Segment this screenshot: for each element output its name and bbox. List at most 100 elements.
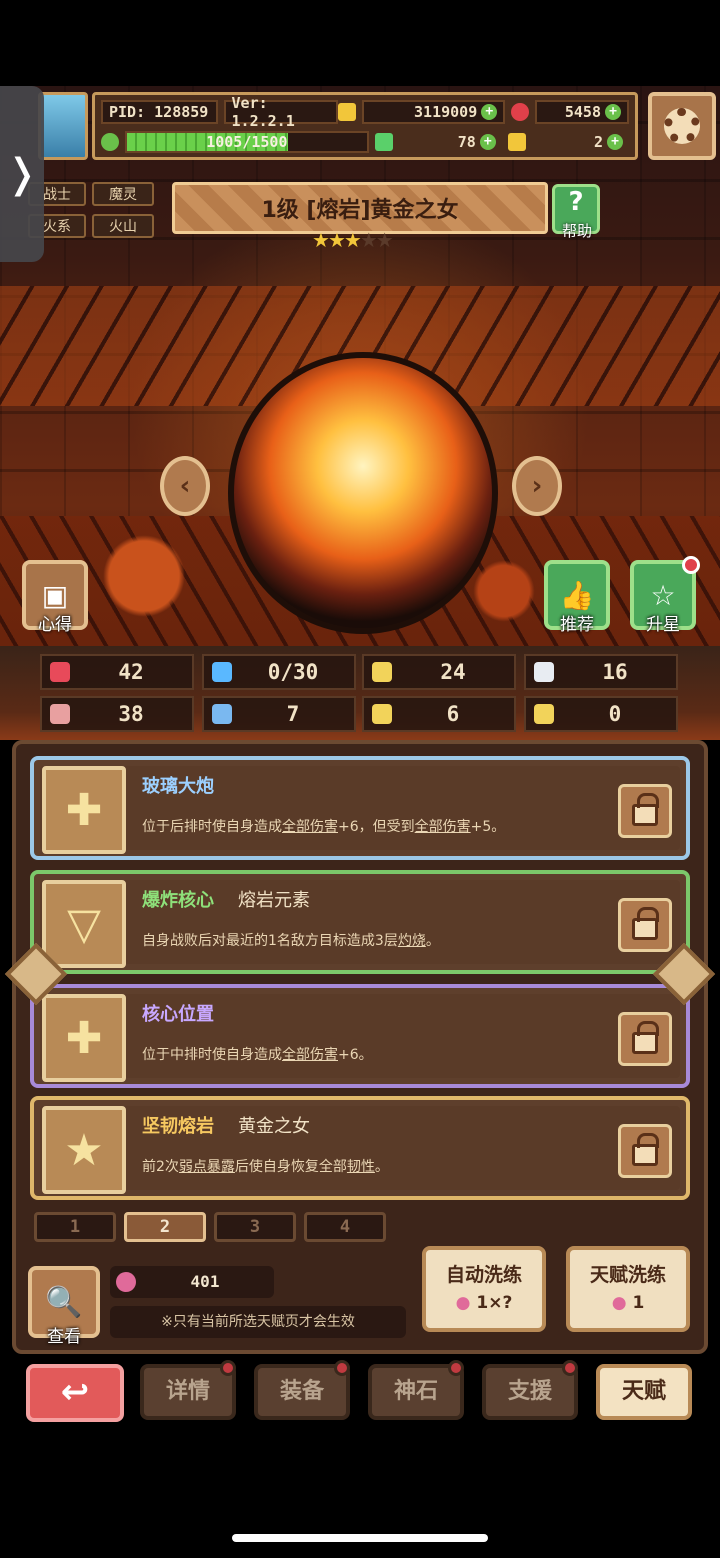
side-drawer-toggle[interactable]: ❭ — [0, 86, 44, 262]
berry-icon: ● — [611, 1293, 627, 1313]
view-label: 查看 — [47, 1327, 81, 1347]
next-hero-button[interactable]: › — [512, 456, 562, 516]
desc-segment: 弱点暴露 — [178, 1159, 235, 1175]
talent-card[interactable]: ▽ 爆炸核心 熔岩元素 自身战败后对最近的1名敌方目标造成3层灼烧。 — [30, 870, 690, 974]
hero-title: 1级 [熔岩]黄金之女 — [261, 198, 459, 223]
gold-value: 3119009 — [414, 103, 478, 121]
desc-segment: 。 — [425, 933, 440, 949]
stat-value: 24 — [440, 660, 466, 684]
stat-value: 16 — [602, 660, 628, 684]
star-up-label: 升星 — [646, 615, 680, 635]
gem-value: 5458 — [564, 103, 601, 121]
hero-portrait — [228, 352, 498, 634]
gem-counter[interactable]: 5458 + — [535, 100, 629, 124]
triangle-icon: ▽ — [67, 898, 101, 950]
berry-icon: ● — [455, 1293, 471, 1313]
talent-card[interactable]: ★ 坚韧熔岩 黄金之女 前2次弱点暴露后使自身恢复全部韧性。 — [30, 1096, 690, 1200]
talent-icon-box: ▽ — [42, 880, 126, 968]
help-label: 帮助 — [561, 222, 592, 240]
talent-page-tab-4[interactable]: 4 — [304, 1212, 386, 1242]
settings-button[interactable] — [648, 92, 716, 160]
talent-lock-button[interactable] — [618, 898, 672, 952]
ruby-icon — [511, 103, 530, 121]
origin-tag: 火山 — [92, 214, 154, 238]
lock-open-icon — [632, 1133, 659, 1166]
key-value: 2 — [593, 133, 603, 151]
resource-value: 401 — [190, 1272, 220, 1291]
recommend-label: 推荐 — [560, 615, 594, 635]
talent-description: 位于后排时使自身造成全部伤害+6，但受到全部伤害+5。 — [142, 816, 505, 836]
stat-6: 7 — [202, 696, 356, 732]
talent-name: 坚韧熔岩 — [142, 1116, 214, 1137]
star-icon: ☆ — [650, 578, 676, 612]
magnifier-icon: 🔍 — [45, 1284, 83, 1320]
chevron-right-icon: ❭ — [5, 151, 39, 197]
desc-segment: 灼烧 — [397, 933, 426, 949]
talent-lock-button[interactable] — [618, 1012, 672, 1066]
gold-counter[interactable]: 3119009 + — [362, 100, 506, 124]
stat-2: 0/30 — [202, 654, 356, 690]
clover-counter[interactable]: 78 + — [399, 130, 502, 154]
tab-talent[interactable]: 天赋 — [596, 1364, 692, 1420]
desc-segment: 前2次 — [142, 1159, 179, 1175]
talent-page-tab-3[interactable]: 3 — [214, 1212, 296, 1242]
chevron-right-icon: › — [531, 471, 543, 501]
add-gold-icon[interactable]: + — [481, 104, 498, 120]
star-filled-icon: ★ — [343, 228, 362, 252]
talent-page-tab-2[interactable]: 2 — [124, 1212, 206, 1242]
desc-segment: 全部伤害 — [282, 819, 338, 835]
add-key-icon[interactable]: + — [607, 134, 623, 150]
lock-open-icon — [632, 907, 659, 940]
talent-card[interactable]: ✚ 核心位置 位于中排时使自身造成全部伤害+6。 — [30, 984, 690, 1088]
gold-coin-icon — [338, 103, 357, 121]
pid-label: PID: 128859 — [101, 100, 218, 124]
clover-value: 78 — [457, 133, 476, 151]
drop-icon — [212, 662, 232, 682]
desc-segment: +5。 — [470, 819, 506, 835]
star-filled-icon: ★ — [312, 228, 330, 252]
talent-icon-box: ✚ — [42, 766, 126, 854]
talent-page-tab-1[interactable]: 1 — [34, 1212, 116, 1242]
stat-1: 42 — [40, 654, 194, 690]
back-button[interactable]: ↩ — [26, 1364, 124, 1422]
fist-icon — [50, 704, 70, 724]
talent-card[interactable]: ✚ 玻璃大炮 位于后排时使自身造成全部伤害+6，但受到全部伤害+5。 — [30, 756, 690, 860]
stat-7: 6 — [362, 696, 516, 732]
hero-star-rating: ★★★★★ — [312, 228, 394, 252]
talent-icon-box: ★ — [42, 1106, 126, 1194]
back-arrow-icon: ↩ — [60, 1372, 90, 1412]
horseshoe-icon — [534, 704, 554, 724]
talent-name: 爆炸核心 — [142, 890, 214, 911]
stat-value: 0/30 — [267, 660, 319, 684]
berry-icon — [116, 1272, 136, 1292]
wing-icon — [534, 662, 554, 682]
chevron-left-icon: ‹ — [179, 471, 191, 501]
auto-reroll-button[interactable]: 自动洗练 ● 1×? — [422, 1246, 546, 1332]
scroll-icon — [372, 704, 392, 724]
plus-icon: ✚ — [65, 784, 103, 836]
desc-segment: +6，但受到 — [338, 819, 415, 835]
talent-lock-button[interactable] — [618, 1124, 672, 1178]
add-gem-icon[interactable]: + — [605, 104, 621, 120]
book-icon — [212, 704, 232, 724]
talent-lock-button[interactable] — [618, 784, 672, 838]
prev-hero-button[interactable]: ‹ — [160, 456, 210, 516]
stat-value: 0 — [608, 702, 622, 726]
auto-reroll-cost: 1×? — [476, 1293, 513, 1313]
talent-description: 自身战败后对最近的1名敌方目标造成3层灼烧。 — [142, 930, 440, 950]
player-avatar[interactable] — [38, 92, 88, 160]
nav-badge-dot — [448, 1360, 464, 1376]
stat-5: 38 — [40, 696, 194, 732]
status-area — [0, 0, 720, 86]
question-icon: ? — [568, 187, 584, 217]
hp-text: 1005/1500 — [206, 133, 288, 151]
add-clover-icon[interactable]: + — [479, 134, 496, 150]
stat-8: 0 — [524, 696, 678, 732]
talent-reroll-button[interactable]: 天赋洗练 ● 1 — [566, 1246, 690, 1332]
key-counter[interactable]: 2 + — [532, 130, 629, 154]
clover-icon — [374, 133, 393, 151]
talent-card-bg — [40, 994, 680, 1078]
stat-value: 38 — [118, 702, 144, 726]
talent-card-bg — [40, 1106, 680, 1190]
stat-4: 16 — [524, 654, 678, 690]
